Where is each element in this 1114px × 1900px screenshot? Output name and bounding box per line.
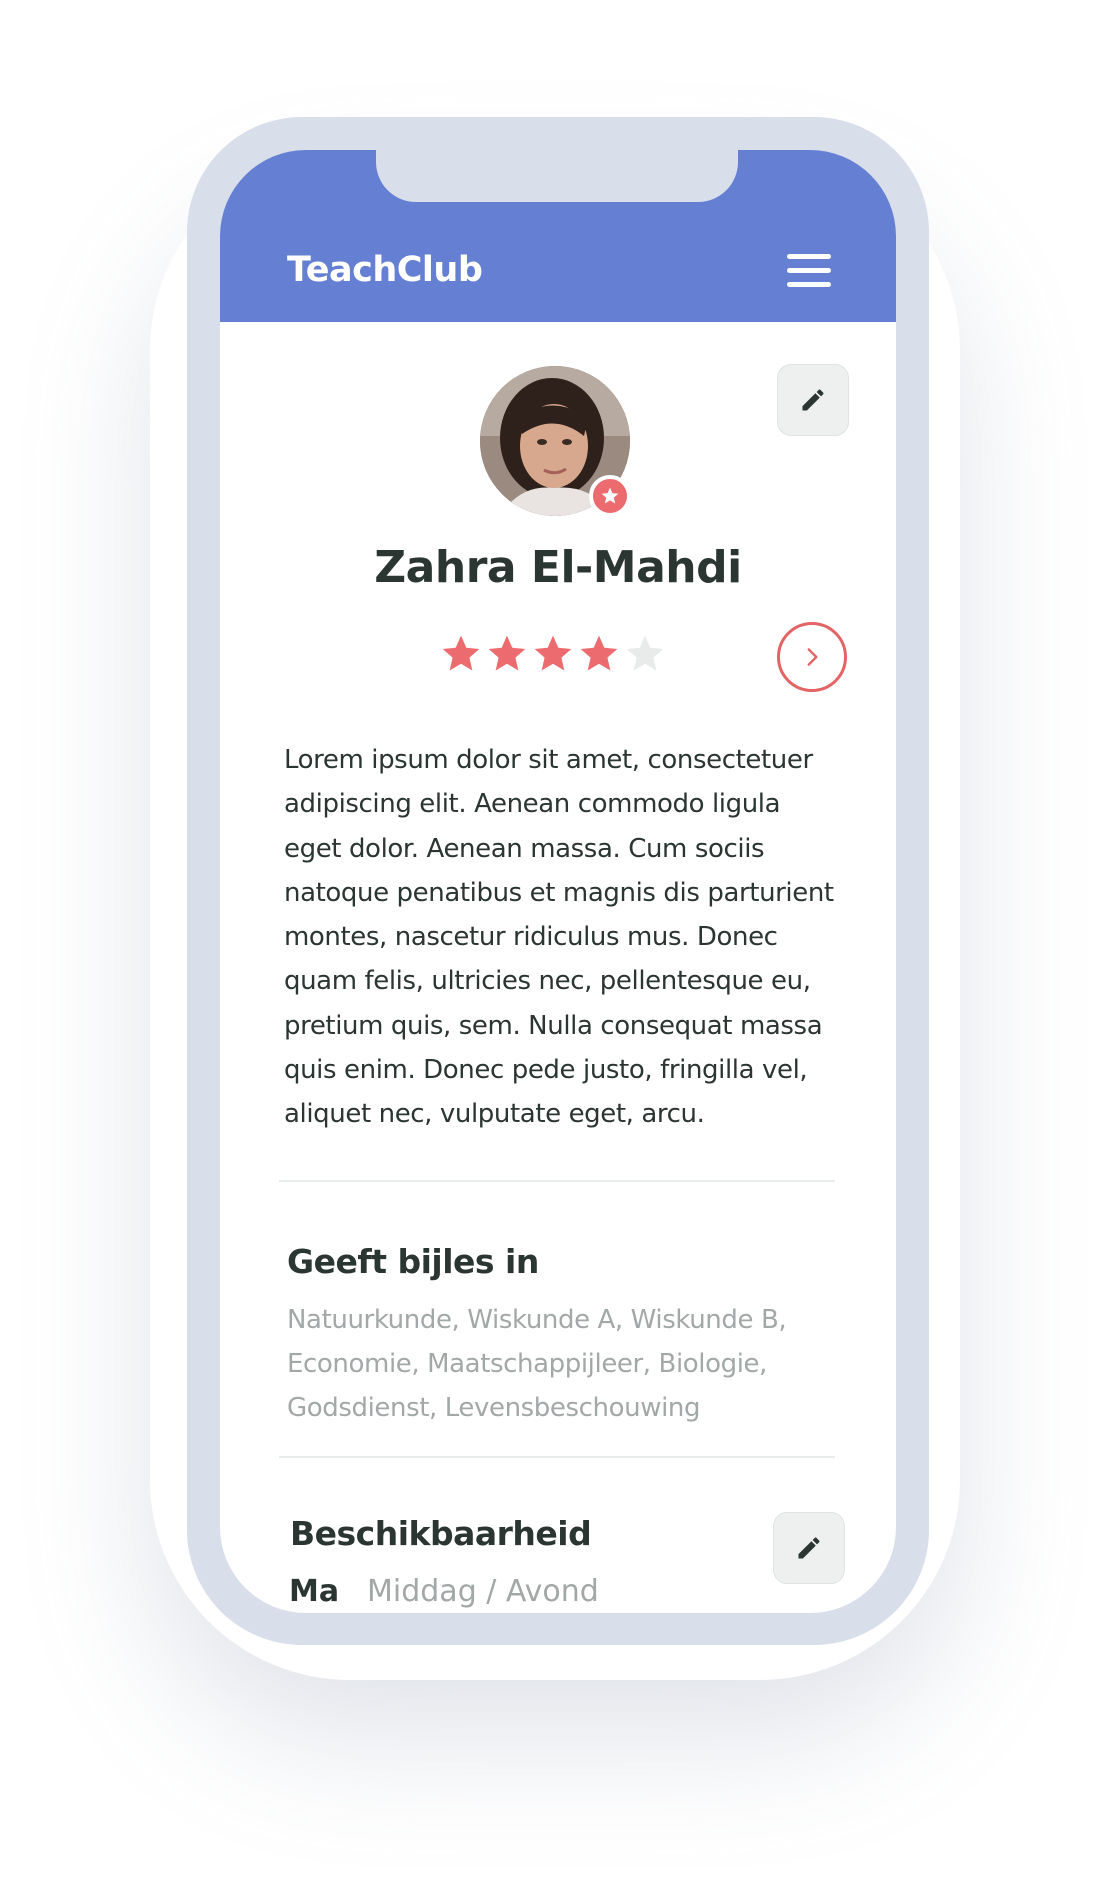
hamburger-icon [787, 254, 831, 259]
chevron-right-icon [807, 648, 818, 666]
availability-row: Ma Middag / Avond [289, 1574, 599, 1609]
star-empty-icon [626, 635, 664, 671]
star-icon [601, 487, 619, 504]
edit-availability-button[interactable] [773, 1512, 845, 1584]
app-logo[interactable]: TeachClub [287, 248, 483, 292]
availability-day: Ma [289, 1574, 340, 1609]
hamburger-icon-line [787, 282, 831, 287]
divider [279, 1180, 835, 1182]
availability-value: Middag / Avond [367, 1574, 599, 1609]
star-filled-icon [442, 635, 480, 671]
profile-bio: Lorem ipsum dolor sit amet, consectetuer… [284, 745, 834, 1130]
divider [279, 1456, 835, 1458]
subjects-list: Natuurkunde, Wiskunde A, Wiskunde B, Eco… [287, 1305, 787, 1423]
star-filled-icon [534, 635, 572, 671]
star-filled-icon [488, 635, 526, 671]
menu-button[interactable] [782, 250, 836, 292]
star-rating [439, 632, 667, 678]
profile-name: Zahra El-Mahdi [374, 542, 742, 593]
app-header: TeachClub [220, 150, 896, 322]
subjects-title: Geeft bijles in [287, 1242, 539, 1281]
hamburger-icon-line [787, 268, 831, 273]
edit-profile-button[interactable] [777, 364, 849, 436]
featured-badge [589, 475, 631, 517]
pencil-icon [802, 389, 824, 411]
star-filled-icon [580, 635, 618, 671]
phone-notch [376, 150, 738, 202]
profile-detail-button[interactable] [777, 622, 847, 692]
pencil-icon [798, 1537, 820, 1559]
availability-title: Beschikbaarheid [290, 1514, 592, 1553]
phone-screen: TeachClub Zahra El-Mahdi Lorem ipsum dol… [220, 150, 896, 1613]
